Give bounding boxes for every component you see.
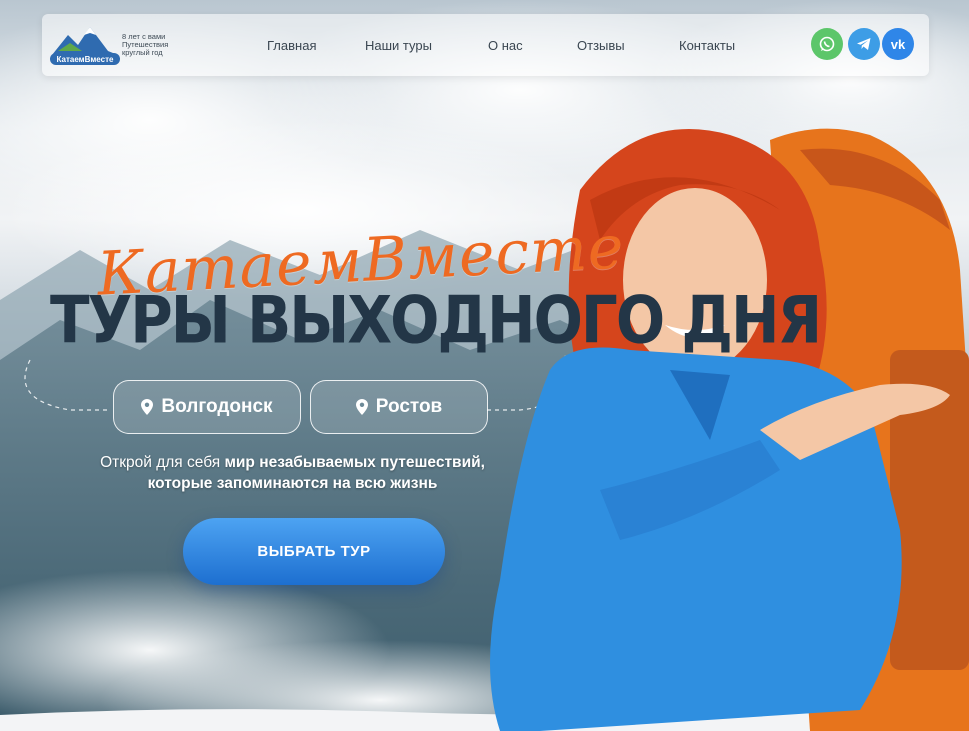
location-pin-icon xyxy=(355,399,368,415)
nav-item-about[interactable]: О нас xyxy=(488,38,523,53)
city-pill-rostov[interactable]: Ростов xyxy=(310,380,488,434)
nav-item-contacts[interactable]: Контакты xyxy=(679,38,735,53)
hero-traveler-photo xyxy=(490,128,969,731)
brand-tagline: 8 лет с вами Путешествия круглый год xyxy=(122,32,169,57)
location-pin-icon xyxy=(141,399,154,415)
nav-item-reviews[interactable]: Отзывы xyxy=(577,38,625,53)
brand-logo[interactable]: КатаемВместе xyxy=(50,21,120,69)
subtitle-plain: Открой для себя xyxy=(100,454,221,471)
whatsapp-icon xyxy=(819,36,835,52)
whatsapp-button[interactable] xyxy=(811,28,843,60)
telegram-icon xyxy=(857,38,871,50)
city-label: Ростов xyxy=(375,396,443,417)
nav-item-tours[interactable]: Наши туры xyxy=(365,38,432,53)
hero-headline: ТУРЫ ВЫХОДНОГО ДНЯ xyxy=(50,282,822,359)
city-pill-volgodonsk[interactable]: Волгодонск xyxy=(113,380,301,434)
vk-button[interactable]: vk xyxy=(882,28,914,60)
landing-page: КатаемВместе 8 лет с вами Путешествия кр… xyxy=(0,0,969,731)
vk-icon: vk xyxy=(890,36,906,52)
telegram-button[interactable] xyxy=(848,28,880,60)
nav-item-home[interactable]: Главная xyxy=(267,38,316,53)
choose-tour-button[interactable]: ВЫБРАТЬ ТУР xyxy=(183,518,445,585)
logo-text: КатаемВместе xyxy=(57,55,114,64)
top-navbar: КатаемВместе 8 лет с вами Путешествия кр… xyxy=(42,14,929,76)
hero-subtitle: Открой для себя мир незабываемых путешес… xyxy=(70,452,515,494)
city-label: Волгодонск xyxy=(161,396,273,417)
